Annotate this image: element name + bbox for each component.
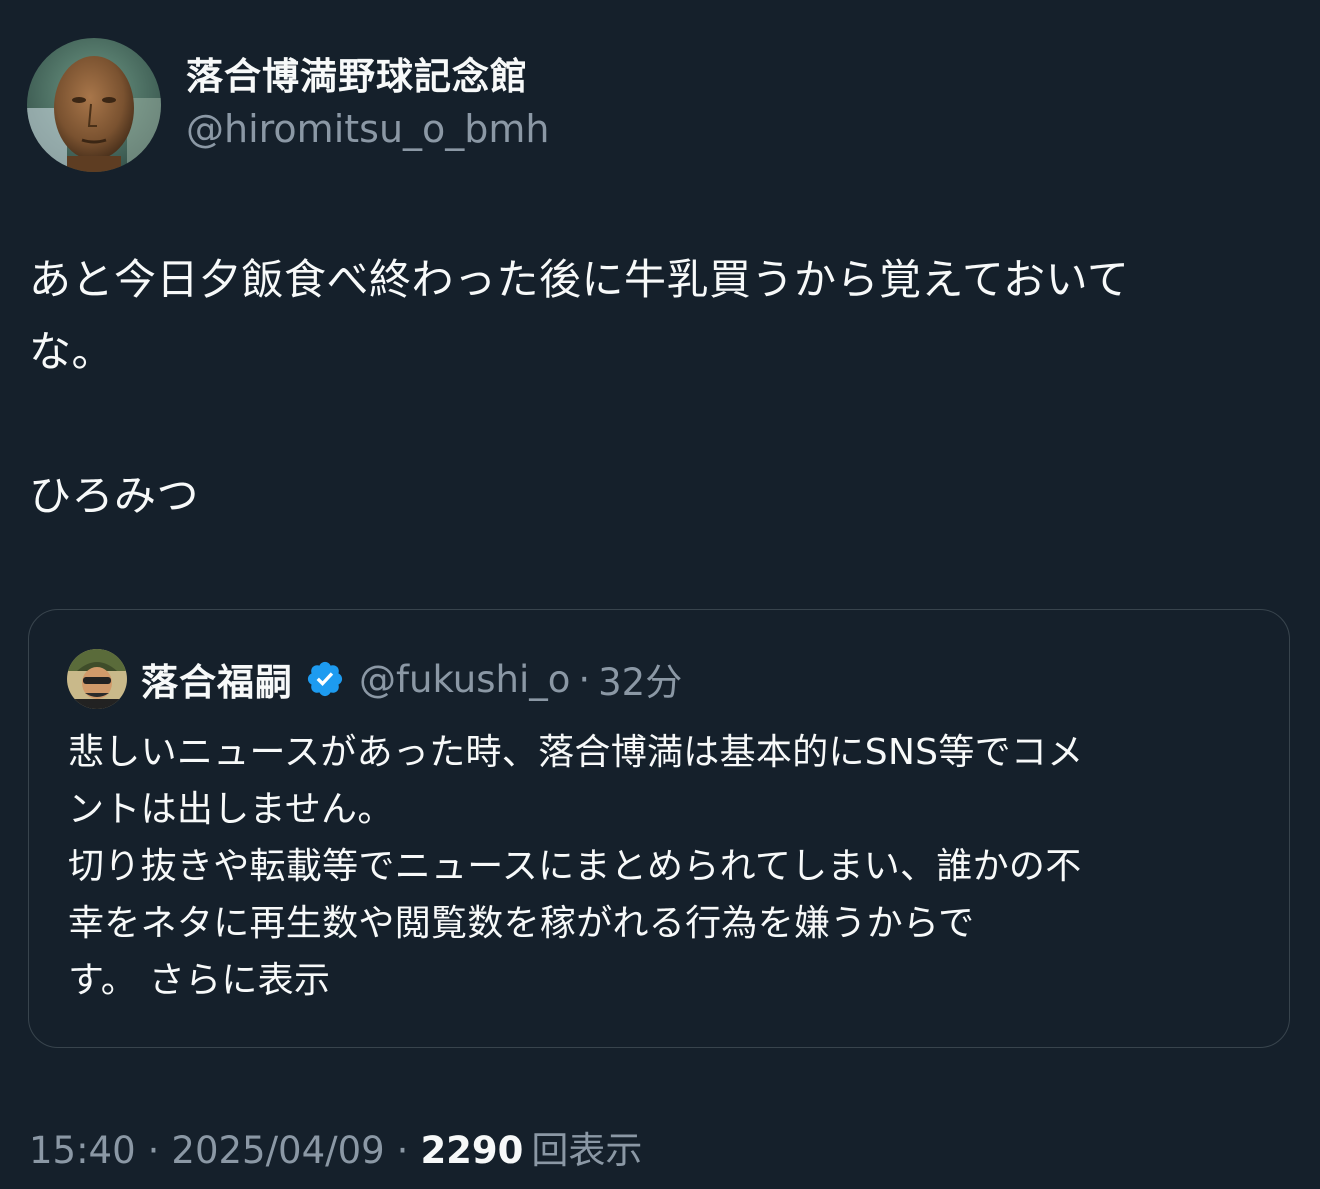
- tweet-meta: 15:40 · 2025/04/09 · 2290 回表示: [29, 1120, 642, 1174]
- author-info: 落合博満野球記念館 @hiromitsu_o_bmh: [186, 54, 550, 154]
- separator-dot: ·: [147, 1129, 160, 1172]
- verified-badge-icon: [305, 659, 345, 699]
- author-avatar[interactable]: [27, 38, 161, 172]
- quote-author-name[interactable]: 落合福嗣: [141, 652, 293, 706]
- quote-tweet-card[interactable]: 落合福嗣 @fukushi_o · 32分 悲しいニュースがあった時、落合博満は…: [28, 609, 1290, 1048]
- separator-dot: ·: [578, 657, 591, 701]
- tweet-text: あと今日夕飯食べ終わった後に牛乳買うから覚えておいて な。 ひろみつ: [29, 255, 1130, 520]
- quote-text: 悲しいニュースがあった時、落合博満は基本的にSNS等でコメ ントは出しません。 …: [68, 724, 1258, 1009]
- quote-author-avatar[interactable]: [67, 649, 127, 709]
- quote-timestamp[interactable]: 32分: [598, 652, 682, 706]
- views-count[interactable]: 2290: [420, 1129, 523, 1172]
- quote-header: 落合福嗣 @fukushi_o · 32分: [67, 648, 682, 710]
- quote-author-handle[interactable]: @fukushi_o: [359, 658, 570, 701]
- tweet-date[interactable]: 2025/04/09: [171, 1129, 384, 1172]
- tweet-time[interactable]: 15:40: [29, 1129, 136, 1172]
- show-more-link[interactable]: さらに表示: [149, 960, 331, 1001]
- views-label: 回表示: [531, 1129, 643, 1172]
- author-handle[interactable]: @hiromitsu_o_bmh: [186, 104, 550, 154]
- author-name[interactable]: 落合博満野球記念館: [186, 54, 550, 100]
- separator-dot: ·: [396, 1129, 409, 1172]
- tweet-header: 落合博満野球記念館 @hiromitsu_o_bmh: [27, 38, 550, 172]
